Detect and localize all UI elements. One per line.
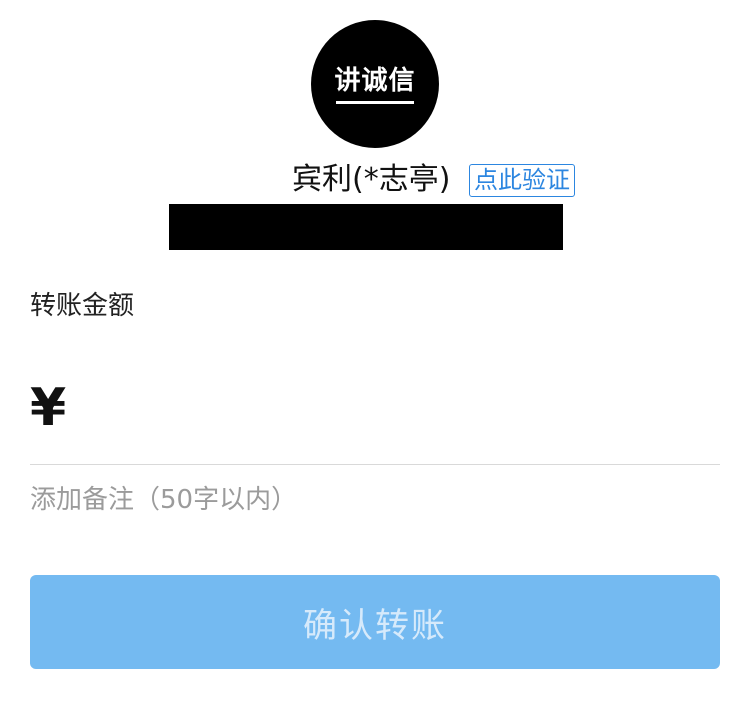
currency-symbol: ¥ [30, 378, 67, 438]
amount-label: 转账金额 [30, 291, 135, 321]
confirm-transfer-button[interactable]: 确认转账 [30, 575, 720, 669]
payee-avatar: 讲诚信 [311, 20, 439, 148]
amount-divider [30, 464, 720, 465]
payee-name: 宾利(*志亭) [292, 162, 451, 197]
amount-input[interactable] [84, 380, 714, 440]
redacted-account-info [169, 204, 563, 250]
avatar-text: 讲诚信 [334, 66, 416, 96]
add-remark-link[interactable]: 添加备注（50字以内） [30, 482, 297, 518]
verify-link[interactable]: 点此验证 [469, 164, 575, 197]
avatar-underline [336, 101, 414, 104]
